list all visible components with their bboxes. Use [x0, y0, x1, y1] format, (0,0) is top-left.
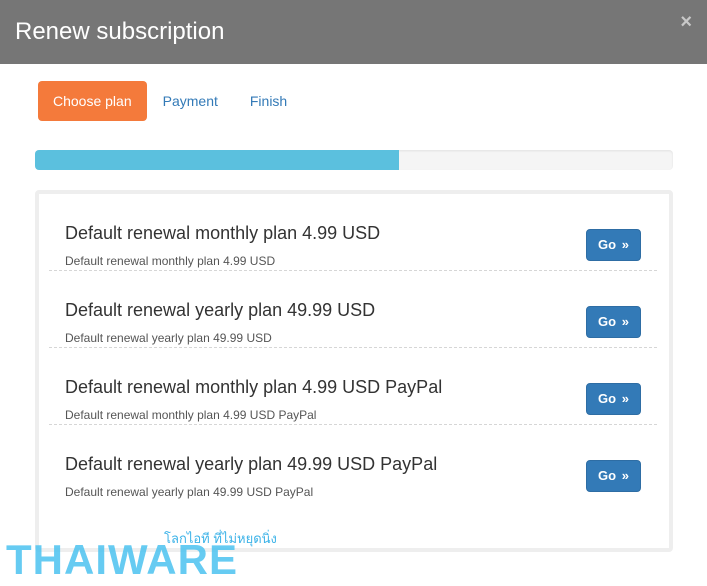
plan-subtitle: Default renewal monthly plan 4.99 USD Pa…	[65, 408, 317, 422]
tab-choose-plan[interactable]: Choose plan	[38, 81, 147, 121]
plan-row: Default renewal monthly plan 4.99 USD Pa…	[49, 348, 657, 425]
go-button-label: Go	[598, 391, 617, 406]
plan-title: Default renewal monthly plan 4.99 USD Pa…	[65, 377, 443, 397]
plan-title: Default renewal yearly plan 49.99 USD	[65, 300, 376, 320]
thaiware-watermark: โลกไอที ที่ไม่หยุดนิ่ง THAIWARE	[6, 528, 277, 584]
plan-subtitle: Default renewal yearly plan 49.99 USD	[65, 331, 272, 345]
go-button[interactable]: Go »	[586, 306, 641, 338]
double-chevron-right-icon: »	[621, 391, 629, 406]
go-button-label: Go	[598, 314, 617, 329]
go-button[interactable]: Go »	[586, 460, 641, 492]
go-button-label: Go	[598, 237, 617, 252]
plans-list: Default renewal monthly plan 4.99 USD De…	[35, 190, 673, 552]
plan-subtitle: Default renewal monthly plan 4.99 USD	[65, 254, 276, 268]
plan-title: Default renewal yearly plan 49.99 USD Pa…	[65, 454, 438, 474]
renew-subscription-modal: Renew subscription × Choose plan Payment…	[0, 0, 707, 586]
close-icon[interactable]: ×	[680, 12, 692, 32]
tab-payment[interactable]: Payment	[147, 81, 234, 121]
plan-row: Default renewal yearly plan 49.99 USD De…	[49, 271, 657, 348]
tab-finish[interactable]: Finish	[234, 81, 303, 121]
plan-row: Default renewal monthly plan 4.99 USD De…	[49, 194, 657, 271]
wizard-tabs: Choose plan Payment Finish	[38, 81, 303, 121]
plan-row: Default renewal yearly plan 49.99 USD Pa…	[49, 425, 657, 501]
watermark-logo: THAIWARE	[6, 536, 238, 583]
double-chevron-right-icon: »	[621, 237, 629, 252]
plan-subtitle: Default renewal yearly plan 49.99 USD Pa…	[65, 485, 314, 499]
wizard-progress	[35, 150, 673, 170]
go-button[interactable]: Go »	[586, 383, 641, 415]
double-chevron-right-icon: »	[621, 314, 629, 329]
double-chevron-right-icon: »	[621, 468, 629, 483]
modal-title: Renew subscription	[15, 18, 225, 45]
progress-bar-fill	[35, 150, 399, 170]
go-button-label: Go	[598, 468, 617, 483]
modal-header: Renew subscription ×	[0, 0, 707, 64]
go-button[interactable]: Go »	[586, 229, 641, 261]
plan-title: Default renewal monthly plan 4.99 USD	[65, 223, 381, 243]
